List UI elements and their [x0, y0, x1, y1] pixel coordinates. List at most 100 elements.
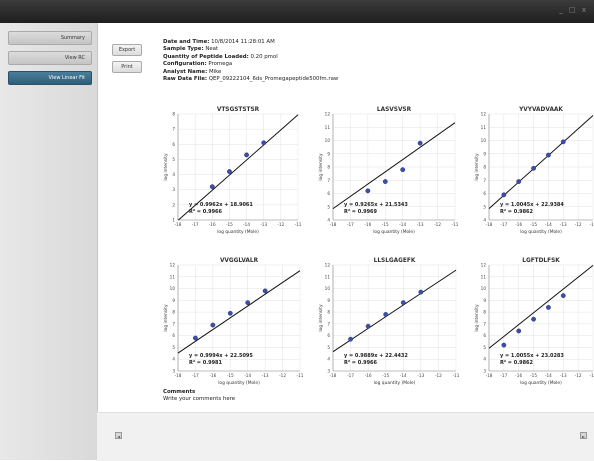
data-point — [400, 167, 406, 173]
x-axis-label: log quantity (Mole) — [374, 380, 416, 386]
data-point — [244, 152, 249, 158]
chart-2: -18 -17 -16 -15 -14 -13 -12 -11 4 5 6 7 8 9 10 11 12 LASV… — [318, 107, 459, 235]
x-tick-label: -11 — [590, 373, 594, 378]
data-point — [210, 322, 216, 328]
x-tick-label: -15 — [382, 373, 389, 378]
y-tick-label: 7 — [483, 178, 486, 183]
data-point — [531, 165, 536, 171]
x-tick-label: -18 — [330, 373, 337, 378]
x-tick-label: -14 — [399, 222, 406, 227]
y-tick-label: 11 — [325, 274, 331, 279]
data-point — [418, 289, 424, 295]
chart-title: VVGGLVALR — [220, 258, 259, 264]
y-tick-label: 3 — [172, 187, 175, 192]
y-tick-label: 5 — [327, 345, 330, 350]
data-point — [501, 342, 507, 348]
y-tick-label: 9 — [483, 151, 486, 156]
y-tick-label: 7 — [483, 321, 486, 326]
data-point — [383, 312, 389, 317]
data-point — [365, 323, 371, 329]
chart-4: -18 -17 -16 -15 -14 -13 -12 -11 3 4 5 6 7 8 9 10 11 12 VVG… — [163, 258, 304, 386]
y-tick-label: 9 — [172, 298, 175, 303]
y-tick-label: 4 — [483, 218, 486, 223]
y-tick-label: 10 — [170, 286, 176, 291]
y-tick-label: 3 — [327, 369, 330, 374]
fit-r-squared: R² = 0.9862 — [500, 360, 534, 366]
y-tick-label: 7 — [327, 178, 330, 183]
fit-r-squared: R² = 0.9966 — [344, 360, 378, 366]
scroll-left-button[interactable]: ◄ — [115, 432, 122, 439]
x-tick-label: -18 — [330, 222, 337, 227]
x-tick-label: -16 — [364, 222, 371, 227]
y-tick-label: 4 — [483, 357, 486, 362]
y-tick-label: 8 — [172, 112, 175, 117]
data-point — [193, 335, 198, 341]
y-tick-label: 5 — [327, 204, 330, 209]
fit-equation: y = 0.9889x + 22.4432 — [344, 353, 408, 359]
x-axis-label: log quantity (Mole) — [217, 229, 259, 235]
x-tick-label: -15 — [530, 373, 537, 378]
x-tick-label: -17 — [347, 222, 354, 227]
data-point — [516, 328, 522, 334]
x-tick-label: -15 — [530, 222, 537, 227]
y-tick-label: 7 — [172, 127, 175, 132]
x-tick-label: -11 — [590, 222, 594, 227]
scroll-right-button[interactable]: ► — [580, 432, 587, 439]
x-tick-label: -14 — [244, 373, 251, 378]
comments-field[interactable]: Write your comments here — [163, 396, 235, 403]
y-tick-label: 10 — [325, 138, 331, 143]
y-tick-label: 3 — [483, 369, 486, 374]
data-point — [245, 300, 251, 306]
x-tick-label: -12 — [435, 373, 442, 378]
x-axis-label: log quantity (Mole) — [520, 380, 562, 386]
data-point — [261, 140, 267, 146]
x-axis-label: log quantity (Mole) — [218, 380, 260, 386]
y-tick-label: 9 — [483, 298, 486, 303]
x-tick-label: -16 — [209, 222, 216, 227]
fit-r-squared: R² = 0.9981 — [189, 360, 223, 366]
x-axis-label: log quantity (Mole) — [373, 229, 415, 235]
fit-equation: y = 1.0055x + 23.0283 — [500, 353, 564, 359]
data-point — [227, 310, 233, 316]
y-axis-label: log intensity — [474, 304, 480, 332]
y-tick-label: 12 — [481, 112, 487, 117]
fit-r-squared: R² = 0.9966 — [189, 209, 223, 215]
y-tick-label: 4 — [172, 172, 175, 177]
chart-5: -18 -17 -16 -15 -14 -13 -12 -11 3 4 5 6 7 8 9 10 11 12 LLS… — [318, 258, 460, 386]
data-point — [417, 140, 423, 146]
x-tick-label: -13 — [417, 373, 424, 378]
data-point — [348, 336, 353, 342]
y-tick-label: 10 — [481, 138, 487, 143]
chart-6: -18 -17 -16 -15 -14 -13 -12 -11 3 4 5 6 7 8 9 10 11 12 LGF… — [474, 258, 594, 386]
y-tick-label: 11 — [325, 125, 331, 130]
bottom-panel — [97, 412, 594, 461]
x-tick-label: -12 — [434, 222, 441, 227]
y-tick-label: 5 — [483, 204, 486, 209]
x-tick-label: -12 — [279, 373, 286, 378]
x-tick-label: -15 — [382, 222, 389, 227]
y-axis-label: log intensity — [163, 304, 169, 332]
comments-section: Comments Write your comments here — [163, 389, 235, 403]
x-tick-label: -12 — [277, 222, 284, 227]
x-tick-label: -13 — [560, 373, 567, 378]
x-tick-label: -17 — [347, 373, 354, 378]
y-tick-label: 11 — [481, 274, 487, 279]
x-tick-label: -11 — [452, 222, 459, 227]
x-tick-label: -14 — [243, 222, 250, 227]
y-tick-label: 12 — [170, 263, 176, 268]
x-tick-label: -16 — [209, 373, 216, 378]
data-point — [531, 316, 536, 322]
linear-fit-charts: -18 -17 -16 -15 -14 -13 -12 -1112345678VTSGSTST… — [163, 107, 594, 386]
y-tick-label: 5 — [483, 345, 486, 350]
y-tick-label: 4 — [327, 357, 330, 362]
x-tick-label: -16 — [515, 373, 522, 378]
y-tick-label: 2 — [172, 202, 175, 207]
data-point — [365, 188, 371, 194]
x-tick-label: -11 — [295, 222, 302, 227]
data-point — [501, 192, 507, 198]
x-tick-label: -17 — [192, 373, 199, 378]
x-tick-label: -16 — [365, 373, 372, 378]
data-point — [516, 179, 522, 184]
x-axis-label: log quantity (Mole) — [520, 229, 562, 235]
data-point — [262, 288, 268, 294]
